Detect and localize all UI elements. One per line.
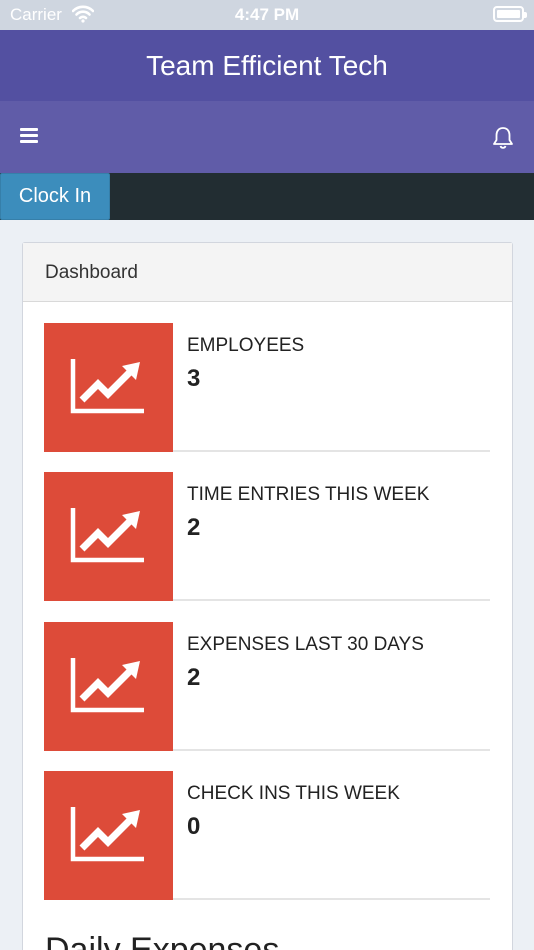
dashboard-title: Dashboard <box>45 262 138 283</box>
status-bar: Carrier 4:47 PM <box>0 0 534 30</box>
status-time: 4:47 PM <box>234 5 300 24</box>
line-chart-icon <box>70 807 144 862</box>
dashboard-card: Dashboard EMPLOYEES 3 TIME ENTRIES THIS … <box>22 242 513 950</box>
stat-box-expenses[interactable]: EXPENSES LAST 30 DAYS 2 <box>44 622 490 751</box>
stat-icon-block <box>44 622 173 751</box>
stat-icon-block <box>44 771 173 900</box>
line-chart-icon <box>70 658 144 713</box>
daily-expenses-heading: Daily Expenses <box>45 931 280 950</box>
clock-in-button[interactable]: Clock In <box>0 173 110 220</box>
stat-box-employees[interactable]: EMPLOYEES 3 <box>44 323 490 452</box>
app-title: Team Efficient Tech <box>146 50 388 81</box>
dashboard-header: Dashboard <box>23 243 512 302</box>
stat-icon-block <box>44 323 173 452</box>
stat-value: 2 <box>187 514 201 541</box>
stat-value: 2 <box>187 664 201 691</box>
battery-icon <box>493 6 527 22</box>
action-bar: Clock In <box>0 173 534 220</box>
stat-label: TIME ENTRIES THIS WEEK <box>187 484 430 505</box>
stat-value: 3 <box>187 365 201 392</box>
stat-box-check-ins[interactable]: CHECK INS THIS WEEK 0 <box>44 771 490 900</box>
stat-value: 0 <box>187 813 201 840</box>
stat-label: EMPLOYEES <box>187 335 305 356</box>
stat-icon-block <box>44 472 173 601</box>
line-chart-icon <box>70 359 144 414</box>
line-chart-icon <box>70 508 144 563</box>
stat-label: EXPENSES LAST 30 DAYS <box>187 634 424 655</box>
app-title-bar: Team Efficient Tech <box>0 30 534 101</box>
stat-box-time-entries[interactable]: TIME ENTRIES THIS WEEK 2 <box>44 472 490 601</box>
stat-label: CHECK INS THIS WEEK <box>187 783 400 804</box>
nav-bar <box>0 101 534 173</box>
bell-icon[interactable] <box>492 126 514 150</box>
hamburger-menu-icon[interactable] <box>20 128 40 146</box>
